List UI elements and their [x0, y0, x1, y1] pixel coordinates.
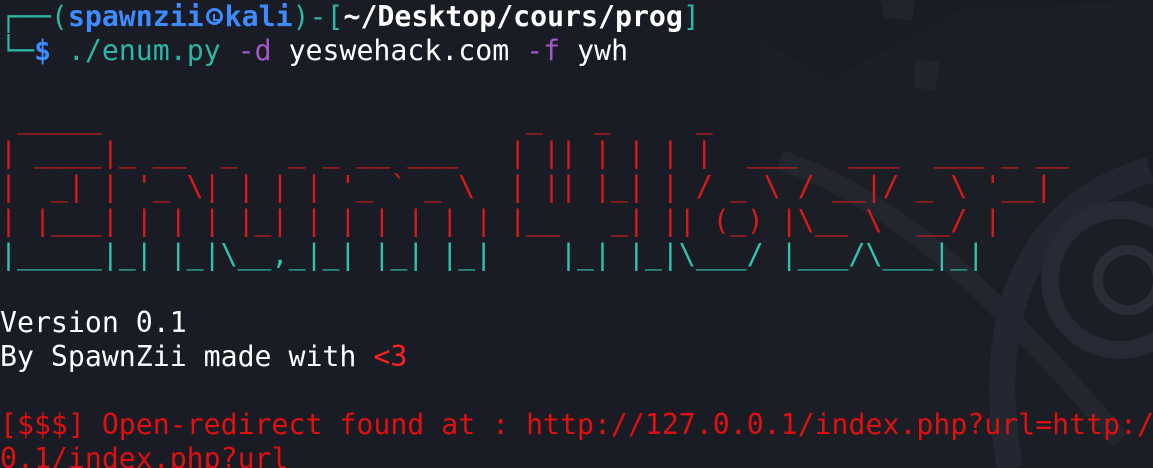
prompt-bracket-close: ] [682, 0, 700, 33]
credits-text: By SpawnZii made with [0, 340, 374, 373]
domain-argument: yeswehack.com [288, 34, 510, 67]
prompt-command-line: └─$ ./enum.py -d yeswehack.com -f ywh [0, 34, 1153, 68]
prompt-header-line: ┌──(spawnzii kali)-[~/Desktop/cours/prog] [0, 0, 1153, 34]
banner-line-2: | ____|_ __ _ _ _ __ ___ | || | | | | __… [0, 136, 1087, 169]
banner-line-5: |_____|_| |_|\__,_|_| |_| |_| |_| |_|\__… [0, 238, 1036, 271]
prompt-corner-top: ┌──( [0, 0, 68, 33]
flag-domain: -d [237, 34, 272, 67]
version-text: Version 0.1 [0, 306, 187, 339]
prompt-corner-bottom: └─ [0, 34, 34, 67]
prompt-dollar: $ [33, 34, 51, 67]
prompt-path: ~/Desktop/cours/prog [343, 0, 683, 33]
kali-dragon-icon [205, 8, 223, 25]
file-argument: ywh [577, 34, 629, 67]
flag-file: -f [526, 34, 561, 67]
banner-line-1: _____ _ _ _ [0, 102, 764, 135]
command-name: ./enum.py [67, 34, 221, 67]
terminal-output: ┌──(spawnzii kali)-[~/Desktop/cours/prog]… [0, 0, 1153, 468]
banner-line-3: | _| | '_ \| | | | '_ ` _ \ | || |_| | /… [0, 170, 1053, 203]
redirect-result-line-1: [$$$] Open-redirect found at : http://12… [0, 408, 1153, 441]
heart-text: <3 [373, 340, 408, 373]
prompt-host: kali [224, 0, 293, 33]
credits-line: By SpawnZii made with <3 [0, 340, 1153, 374]
terminal-window[interactable]: ┌──(spawnzii kali)-[~/Desktop/cours/prog]… [0, 0, 1153, 468]
redirect-result-line-2: 0.1/index.php?url [0, 442, 289, 468]
banner-line-4: | |___| | | | |_| | | | | | | |__ _| || … [0, 204, 1053, 237]
prompt-separator: )-[ [292, 0, 344, 33]
prompt-user: spawnzii [67, 0, 204, 33]
